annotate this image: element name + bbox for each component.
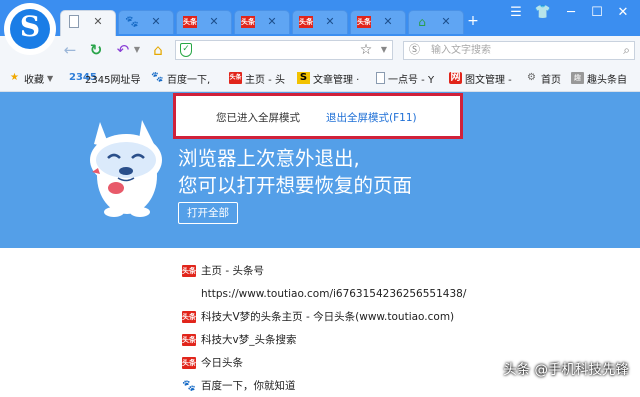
watermark: 头条 @手机科技先锋: [503, 362, 629, 378]
tab-2[interactable]: 🐾 ✕: [118, 10, 174, 34]
favorite-star-icon[interactable]: ☆: [356, 40, 376, 60]
toutiao-icon: 头条: [183, 16, 197, 28]
search-box[interactable]: Ⓢ 输入文字搜索 ⌕: [403, 41, 635, 60]
tab-5[interactable]: 头条 ✕: [292, 10, 348, 34]
page-icon: [376, 72, 385, 84]
chevron-down-icon[interactable]: ▼: [47, 74, 53, 83]
blank-icon: [182, 288, 196, 300]
fullscreen-notice: 您已进入全屏模式 退出全屏模式(F11): [173, 93, 463, 139]
bookmark-toutiao-home[interactable]: 头条 主页 - 头: [229, 71, 285, 86]
tab-7[interactable]: ⌂ ✕: [408, 10, 464, 34]
house-icon: ⌂: [418, 15, 426, 29]
home-icon[interactable]: ⌂: [148, 40, 168, 60]
close-tab-icon[interactable]: ✕: [324, 15, 336, 29]
toutiao-icon: 头条: [182, 356, 196, 369]
search-icon[interactable]: ⌕: [623, 43, 630, 58]
list-item-title: 今日头条: [201, 357, 243, 369]
close-window-icon[interactable]: ✕: [612, 4, 634, 22]
list-item[interactable]: 头条 科技大V梦的头条主页 - 今日头条(www.toutiao.com): [182, 305, 622, 328]
bookmark-label: 百度一下,: [167, 74, 211, 86]
baidu-paw-icon: 🐾: [125, 15, 139, 28]
shield-icon[interactable]: ✓: [180, 43, 192, 57]
list-item-title: https://www.toutiao.com/i676315423625655…: [201, 287, 467, 300]
s-icon: S: [297, 72, 310, 84]
list-item-title: 科技大v梦_头条搜索: [201, 334, 297, 346]
tab-6[interactable]: 头条 ✕: [350, 10, 406, 34]
back-arrow-icon[interactable]: ←: [60, 40, 80, 60]
maximize-icon[interactable]: ☐: [586, 4, 608, 22]
bookmark-label: 收藏: [24, 74, 44, 86]
minimize-icon[interactable]: ─: [560, 4, 582, 22]
toutiao-icon: 头条: [182, 310, 196, 323]
bookmark-label: 首页: [541, 74, 561, 86]
recovery-heading-line1: 浏览器上次意外退出,: [178, 147, 360, 170]
mascot-image: [90, 120, 162, 217]
bookmark-label: 2345网址导: [85, 74, 141, 86]
2345-icon: 2345: [69, 72, 97, 83]
skin-shirt-icon[interactable]: 👕: [532, 4, 554, 22]
star-icon: ★: [10, 72, 19, 83]
bookmark-baidu[interactable]: 🐾 百度一下,: [151, 71, 211, 86]
tab-3[interactable]: 头条 ✕: [176, 10, 232, 34]
close-tab-icon[interactable]: ✕: [208, 15, 220, 29]
toutiao-icon: 头条: [182, 333, 196, 346]
search-input[interactable]: 输入文字搜索: [431, 43, 491, 58]
new-tab-button[interactable]: +: [466, 10, 480, 34]
tab-strip: S ✕ 🐾 ✕ 头条 ✕ 头条 ✕ 头条 ✕ 头条 ✕ ⌂ ✕ + ☰ 👕 ─ …: [0, 0, 640, 55]
fullscreen-message: 您已进入全屏模式: [216, 112, 300, 124]
close-tab-icon[interactable]: ✕: [266, 15, 278, 29]
list-item-title: 主页 - 头条号: [201, 265, 264, 277]
list-item[interactable]: 头条 主页 - 头条号: [182, 259, 622, 282]
settings-icon: ⚙: [527, 72, 536, 83]
close-tab-icon[interactable]: ✕: [382, 15, 394, 29]
list-item[interactable]: 头条 科技大v梦_头条搜索: [182, 328, 622, 351]
baidu-paw-icon: 🐾: [151, 72, 164, 83]
qutoutiao-icon: 趣: [571, 72, 584, 84]
exit-fullscreen-link[interactable]: 退出全屏模式(F11): [326, 110, 417, 125]
tab-1[interactable]: ✕: [60, 10, 116, 36]
bookmark-article-manage[interactable]: S 文章管理 ·: [297, 71, 360, 86]
star-dropdown-icon[interactable]: ▼: [374, 40, 394, 60]
search-engine-icon[interactable]: Ⓢ: [409, 43, 425, 57]
list-item[interactable]: https://www.toutiao.com/i676315423625655…: [182, 282, 622, 305]
bookmark-2345[interactable]: 2345 2345网址导: [69, 71, 141, 86]
recovery-heading-line2: 您可以打开想要恢复的页面: [178, 174, 413, 197]
browser-logo-icon[interactable]: S: [4, 3, 56, 55]
bookmark-label: 图文管理 -: [465, 74, 512, 86]
crash-recovery-hero: 您已进入全屏模式 退出全屏模式(F11) 浏览器上次意外退出, 您可以打开想要恢…: [0, 92, 640, 248]
bookmark-qutoutiao[interactable]: 趣 趣头条自: [571, 71, 627, 86]
list-item-title: 科技大V梦的头条主页 - 今日头条(www.toutiao.com): [201, 311, 455, 323]
close-tab-icon[interactable]: ✕: [92, 15, 104, 29]
red-icon: 网: [449, 72, 462, 84]
bookmark-homepage[interactable]: ⚙ 首页: [525, 71, 561, 86]
bookmark-label: 主页 - 头: [245, 74, 285, 86]
page-icon: [69, 15, 79, 28]
close-tab-icon[interactable]: ✕: [150, 15, 162, 29]
toutiao-icon: 头条: [229, 72, 242, 84]
bookmark-label: 一点号 - Y: [388, 74, 435, 86]
close-tab-icon[interactable]: ✕: [440, 15, 452, 29]
toutiao-icon: 头条: [299, 16, 313, 28]
bookmark-label: 文章管理 ·: [313, 74, 360, 86]
bookmark-label: 趣头条自: [587, 74, 627, 86]
tab-4[interactable]: 头条 ✕: [234, 10, 290, 34]
tab-list: ✕ 🐾 ✕ 头条 ✕ 头条 ✕ 头条 ✕ 头条 ✕ ⌂ ✕ +: [60, 10, 480, 36]
toutiao-icon: 头条: [241, 16, 255, 28]
bookmarks-bar: ★ 收藏 ▼ 2345 2345网址导 🐾 百度一下, 头条 主页 - 头 S …: [0, 64, 640, 92]
undo-dropdown-icon[interactable]: ▼: [127, 40, 147, 60]
navigation-bar: ← ↻ ↶ ▼ ⌂ ✓ ☆ ▼ Ⓢ 输入文字搜索 ⌕: [0, 36, 640, 64]
open-all-button[interactable]: 打开全部: [178, 202, 238, 224]
list-item-title: 百度一下，你就知道: [201, 380, 296, 392]
bookmark-yidian[interactable]: 一点号 - Y: [376, 71, 435, 86]
bookmark-favorites[interactable]: ★ 收藏 ▼: [8, 71, 53, 86]
toutiao-icon: 头条: [182, 264, 196, 277]
bookmark-image-text[interactable]: 网 图文管理 -: [449, 71, 512, 86]
refresh-icon[interactable]: ↻: [86, 40, 106, 60]
menu-icon[interactable]: ☰: [505, 4, 527, 22]
toutiao-icon: 头条: [357, 16, 371, 28]
